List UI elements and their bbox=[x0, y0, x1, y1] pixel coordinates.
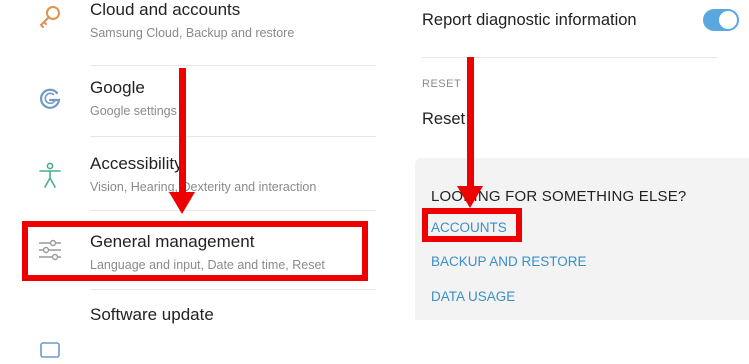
reset-section-header: RESET bbox=[422, 78, 462, 90]
annotation-arrowhead-left bbox=[169, 192, 195, 214]
link-backup-and-restore[interactable]: BACKUP AND RESTORE bbox=[431, 254, 587, 269]
settings-item-subtitle: Samsung Cloud, Backup and restore bbox=[90, 26, 295, 40]
detail-panel: Report diagnostic information RESET Rese… bbox=[392, 0, 749, 320]
divider bbox=[90, 210, 376, 211]
settings-item-title: Software update bbox=[90, 305, 214, 324]
settings-item-accessibility[interactable]: Accessibility Vision, Hearing, Dexterity… bbox=[0, 140, 392, 210]
settings-item-google[interactable]: Google Google settings bbox=[0, 64, 392, 134]
settings-item-title: Google bbox=[90, 78, 145, 97]
settings-item-software-update[interactable]: Software update bbox=[0, 294, 392, 364]
divider bbox=[90, 289, 376, 290]
annotation-arrow-left bbox=[179, 68, 186, 196]
highlight-box-general-management bbox=[22, 221, 368, 281]
accessibility-icon bbox=[39, 162, 61, 188]
report-diagnostic-toggle[interactable] bbox=[703, 9, 739, 31]
software-update-icon bbox=[40, 342, 60, 358]
settings-list: Cloud and accounts Samsung Cloud, Backup… bbox=[0, 0, 392, 358]
toggle-knob bbox=[719, 11, 737, 29]
settings-item-title: Cloud and accounts bbox=[90, 0, 241, 19]
link-data-usage[interactable]: DATA USAGE bbox=[431, 289, 515, 304]
divider bbox=[90, 136, 376, 137]
key-icon bbox=[39, 6, 60, 28]
google-g-icon bbox=[39, 88, 61, 109]
reset-item[interactable]: Reset bbox=[422, 110, 465, 129]
annotation-arrowhead-right bbox=[457, 186, 483, 208]
settings-item-subtitle: Google settings bbox=[90, 104, 177, 118]
settings-item-title: Accessibility bbox=[90, 154, 183, 173]
settings-item-subtitle: Vision, Hearing, Dexterity and interacti… bbox=[90, 180, 317, 194]
annotation-arrow-right bbox=[467, 57, 474, 190]
highlight-box-accounts bbox=[422, 208, 522, 242]
settings-item-cloud-and-accounts[interactable]: Cloud and accounts Samsung Cloud, Backup… bbox=[0, 0, 392, 54]
report-diagnostic-label: Report diagnostic information bbox=[422, 11, 637, 29]
